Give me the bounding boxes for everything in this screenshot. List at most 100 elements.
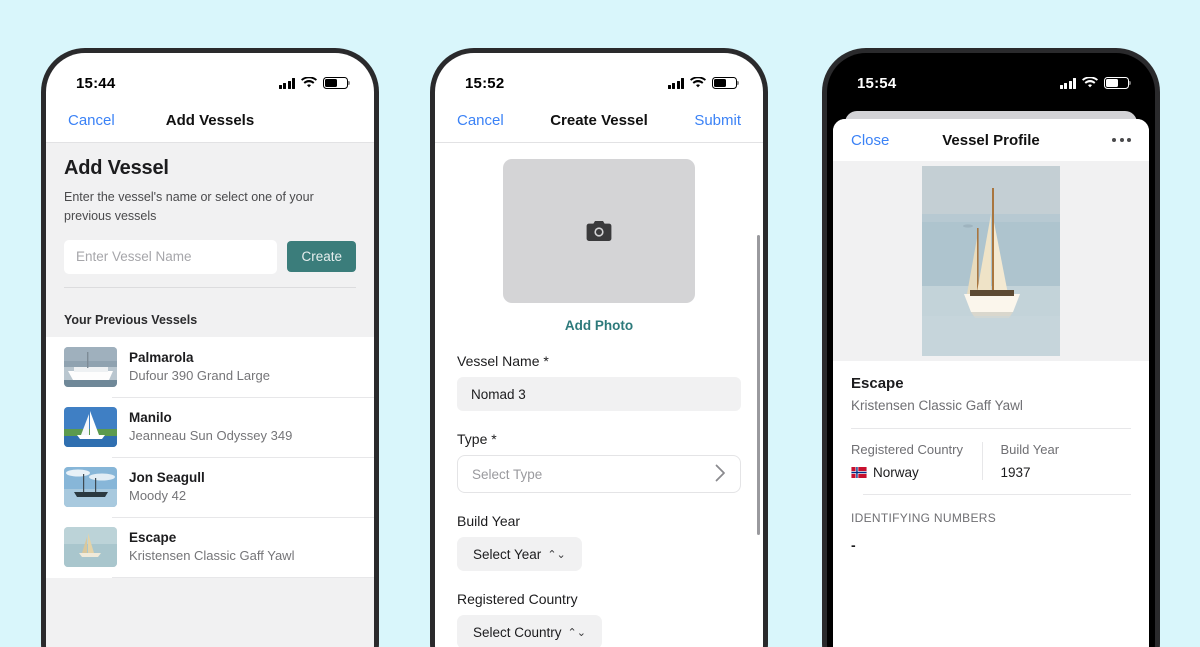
vessel-model: Dufour 390 Grand Large xyxy=(129,368,270,383)
screenshot-stage: 15:44 Cancel Add Vessels Add Vessel Ente… xyxy=(0,0,1200,647)
vessel-photo xyxy=(922,166,1060,356)
identifying-numbers-heading: IDENTIFYING NUMBERS xyxy=(851,511,997,525)
close-button[interactable]: Close xyxy=(851,132,889,149)
vessel-name-input[interactable]: Nomad 3 xyxy=(457,377,741,411)
cellular-signal-icon xyxy=(278,77,295,89)
battery-icon xyxy=(712,77,740,89)
photo-placeholder[interactable] xyxy=(503,159,695,303)
empty-area xyxy=(46,577,374,647)
create-vessel-form: Add Photo Vessel Name * Nomad 3 Type * S… xyxy=(435,143,763,647)
scrollbar[interactable] xyxy=(757,235,760,535)
phone3-screen: 15:54 Close Vessel Profile Escape Kriste… xyxy=(827,53,1155,647)
vessel-text: Palmarola Dufour 390 Grand Large xyxy=(129,350,270,383)
list-item[interactable]: Jon Seagull Moody 42 xyxy=(46,456,374,517)
vessel-name-label: Vessel Name * xyxy=(457,353,549,369)
vessel-name: Escape xyxy=(129,530,177,545)
phone2-status-bar: 15:52 xyxy=(435,53,763,99)
vessel-text: Manilo Jeanneau Sun Odyssey 349 xyxy=(129,410,292,443)
type-label: Type * xyxy=(457,431,497,447)
type-select-value: Select Type xyxy=(472,466,543,482)
divider xyxy=(851,428,1131,429)
phone3-status-bar: 15:54 xyxy=(827,53,1155,99)
divider xyxy=(64,286,356,288)
list-item[interactable]: Manilo Jeanneau Sun Odyssey 349 xyxy=(46,396,374,457)
status-time: 15:54 xyxy=(857,74,897,92)
add-vessel-subtitle: Enter the vessel's name or select one of… xyxy=(64,190,314,223)
previous-vessels-heading: Your Previous Vessels xyxy=(46,303,374,337)
phone1-screen: 15:44 Cancel Add Vessels Add Vessel Ente… xyxy=(46,53,374,647)
vessel-text: Escape Kristensen Classic Gaff Yawl xyxy=(129,530,294,563)
create-button[interactable]: Create xyxy=(287,241,356,272)
status-icons xyxy=(278,77,351,89)
vessel-hero-area xyxy=(833,161,1149,361)
list-item[interactable]: Escape Kristensen Classic Gaff Yawl xyxy=(46,516,374,577)
vessel-model: Moody 42 xyxy=(129,488,187,503)
vessel-name: Jon Seagull xyxy=(129,470,205,485)
registered-country-label: Registered Country xyxy=(851,442,963,457)
phone-create-vessel: 15:52 Cancel Create Vessel Submit Add Ph… xyxy=(430,48,768,647)
cancel-button[interactable]: Cancel xyxy=(457,112,504,129)
vessel-thumbnail xyxy=(64,346,117,387)
vessel-thumbnail xyxy=(64,466,117,507)
build-year-label: Build Year xyxy=(1000,442,1060,457)
vessel-text: Jon Seagull Moody 42 xyxy=(129,470,205,503)
vessel-name-row: Create xyxy=(64,239,356,274)
battery-icon xyxy=(1104,77,1132,89)
add-vessel-header: Add Vessel Enter the vessel's name or se… xyxy=(46,143,374,304)
vessel-name: Escape xyxy=(851,375,904,392)
chevron-updown-icon: ⌃⌄ xyxy=(547,548,566,561)
wifi-icon xyxy=(301,77,317,89)
build-year-column: Build Year 1937 xyxy=(981,442,1132,480)
chevron-right-icon xyxy=(715,464,726,485)
status-time: 15:52 xyxy=(465,74,505,92)
add-vessel-title: Add Vessel xyxy=(64,157,169,179)
phone1-nav-bar: Cancel Add Vessels xyxy=(46,99,374,143)
vessel-profile-sheet: Close Vessel Profile Escape Kristensen C… xyxy=(833,119,1149,647)
battery-icon xyxy=(323,77,351,89)
vessel-thumbnail xyxy=(64,526,117,567)
status-time: 15:44 xyxy=(76,74,116,92)
build-year-select[interactable]: Select Year ⌃⌄ xyxy=(457,537,582,571)
phone1-status-bar: 15:44 xyxy=(46,53,374,99)
phone-vessel-profile: 15:54 Close Vessel Profile Escape Kriste… xyxy=(822,48,1160,647)
phone2-nav-bar: Cancel Create Vessel Submit xyxy=(435,99,763,143)
vessel-model: Kristensen Classic Gaff Yawl xyxy=(129,548,295,563)
vessel-name: Palmarola xyxy=(129,350,194,365)
identifying-numbers-value: - xyxy=(851,537,856,553)
vessel-spec-columns: Registered Country Norway Build Year 193… xyxy=(851,442,1131,480)
vessel-model: Jeanneau Sun Odyssey 349 xyxy=(129,428,293,443)
list-item[interactable]: Palmarola Dufour 390 Grand Large xyxy=(46,337,374,397)
vessel-name: Manilo xyxy=(129,410,172,425)
cancel-button[interactable]: Cancel xyxy=(68,112,115,129)
wifi-icon xyxy=(690,77,706,89)
camera-icon xyxy=(586,221,612,241)
vessel-thumbnail xyxy=(64,406,117,447)
previous-vessels-list: Palmarola Dufour 390 Grand Large Manilo … xyxy=(46,336,374,578)
registered-country-select[interactable]: Select Country ⌃⌄ xyxy=(457,615,602,647)
phone2-screen: 15:52 Cancel Create Vessel Submit Add Ph… xyxy=(435,53,763,647)
registered-country-value: Select Country xyxy=(473,624,562,640)
vessel-model: Kristensen Classic Gaff Yawl xyxy=(851,398,1023,413)
cellular-signal-icon xyxy=(1059,77,1076,89)
submit-button[interactable]: Submit xyxy=(694,112,741,129)
phone-add-vessels: 15:44 Cancel Add Vessels Add Vessel Ente… xyxy=(41,48,379,647)
registered-country-column: Registered Country Norway xyxy=(851,442,982,480)
chevron-updown-icon: ⌃⌄ xyxy=(567,626,586,639)
wifi-icon xyxy=(1082,77,1098,89)
norway-flag-icon xyxy=(851,467,867,478)
status-icons xyxy=(667,77,740,89)
registered-country-value-row: Norway xyxy=(851,465,968,480)
registered-country-label: Registered Country xyxy=(457,591,578,607)
vessel-info: Escape Kristensen Classic Gaff Yawl Regi… xyxy=(833,361,1149,480)
build-year-value: Select Year xyxy=(473,546,542,562)
more-options-icon[interactable] xyxy=(1112,138,1131,142)
phone3-nav-bar: Close Vessel Profile xyxy=(833,119,1149,161)
registered-country-value: Norway xyxy=(873,465,919,480)
type-select[interactable]: Select Type xyxy=(457,455,741,493)
cellular-signal-icon xyxy=(667,77,684,89)
build-year-label: Build Year xyxy=(457,513,521,529)
add-photo-button[interactable]: Add Photo xyxy=(457,318,741,333)
status-icons xyxy=(1059,77,1132,89)
vessel-name-input[interactable] xyxy=(64,239,278,274)
build-year-value: 1937 xyxy=(1000,465,1031,480)
